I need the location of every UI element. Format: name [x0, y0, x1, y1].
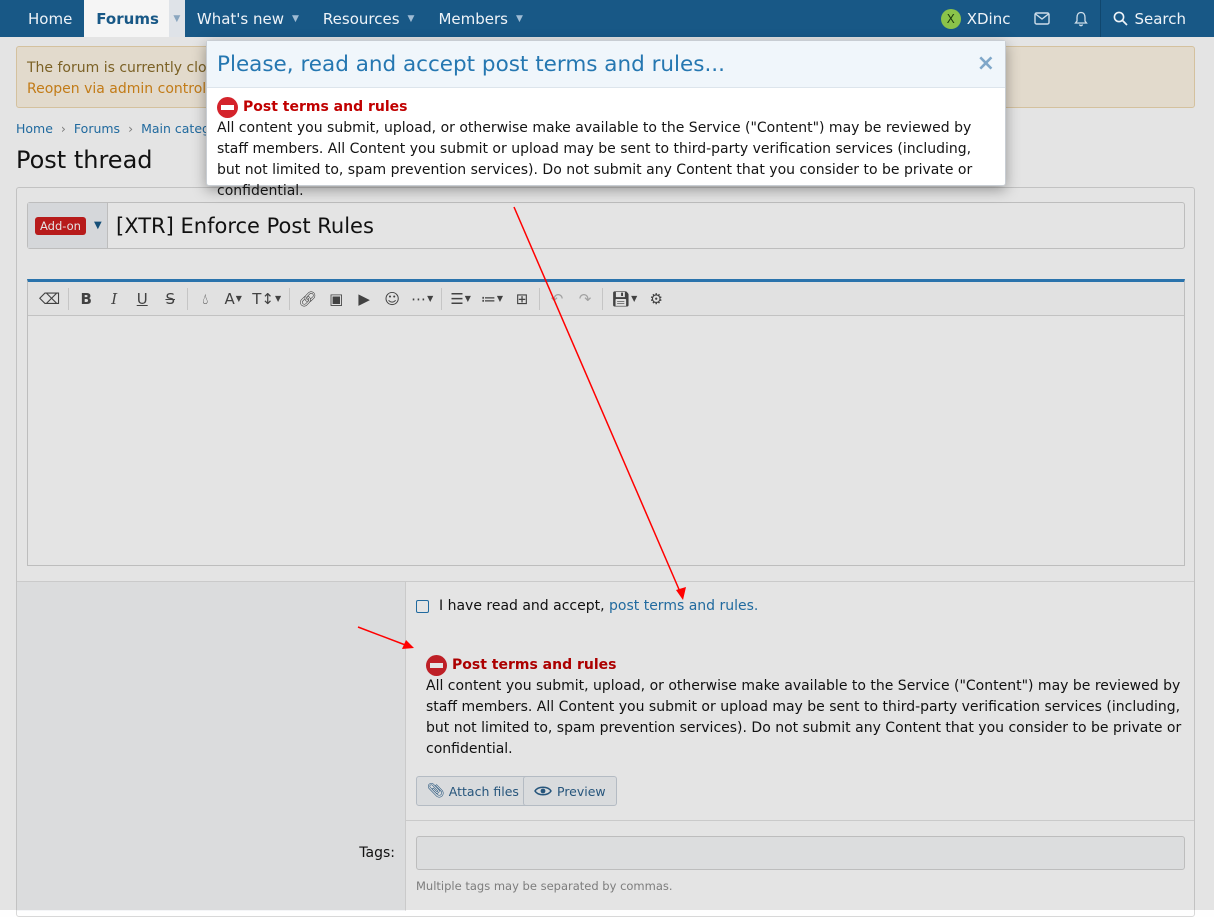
- chevron-down-icon[interactable]: ▼: [516, 14, 523, 24]
- modal-body: Post terms and rules All content you sub…: [207, 88, 1005, 211]
- envelope-icon: [1034, 12, 1051, 25]
- nav-tab-label: What's new: [196, 9, 284, 28]
- bell-icon: [1074, 11, 1089, 26]
- username: XDinc: [966, 9, 1011, 28]
- search-icon: [1114, 11, 1129, 26]
- close-icon[interactable]: ×: [977, 52, 995, 76]
- nav-tab-label: Members: [438, 9, 508, 28]
- top-navigation: Home Forums ▼ What's new ▼ Resources ▼ Memb…: [0, 0, 1214, 37]
- chevron-down-icon[interactable]: ▼: [168, 0, 185, 37]
- stop-icon: [217, 97, 238, 118]
- search-label: Search: [1134, 9, 1186, 28]
- avatar: X: [940, 8, 961, 29]
- nav-tab-label: Resources: [322, 9, 400, 28]
- conversations-button[interactable]: [1022, 0, 1062, 37]
- modal-terms-heading: Post terms and rules: [217, 97, 995, 118]
- modal-terms-body: All content you submit, upload, or other…: [217, 120, 973, 199]
- nav-tab-label: Forums: [96, 9, 159, 28]
- nav-tab-resources[interactable]: Resources ▼: [311, 0, 427, 37]
- terms-modal: Please, read and accept post terms and r…: [206, 40, 1006, 199]
- nav-tab-forums[interactable]: Forums ▼: [84, 0, 185, 37]
- nav-tab-members[interactable]: Members ▼: [426, 0, 534, 37]
- modal-title: Please, read and accept post terms and r…: [217, 51, 725, 77]
- nav-tabs: Home Forums ▼ What's new ▼ Resources ▼ Memb…: [0, 0, 535, 37]
- chevron-down-icon[interactable]: ▼: [408, 14, 415, 24]
- nav-user-area: X XDinc Search: [929, 0, 1214, 37]
- nav-tab-label: Home: [28, 9, 73, 28]
- search-button[interactable]: Search: [1101, 0, 1214, 37]
- alerts-button[interactable]: [1062, 0, 1100, 37]
- nav-tab-home[interactable]: Home: [16, 0, 84, 37]
- nav-tab-whats-new[interactable]: What's new ▼: [185, 0, 311, 37]
- modal-terms-title: Post terms and rules: [243, 99, 408, 115]
- account-menu[interactable]: X XDinc: [929, 0, 1023, 37]
- chevron-down-icon[interactable]: ▼: [292, 14, 299, 24]
- modal-header: Please, read and accept post terms and r…: [207, 41, 1005, 88]
